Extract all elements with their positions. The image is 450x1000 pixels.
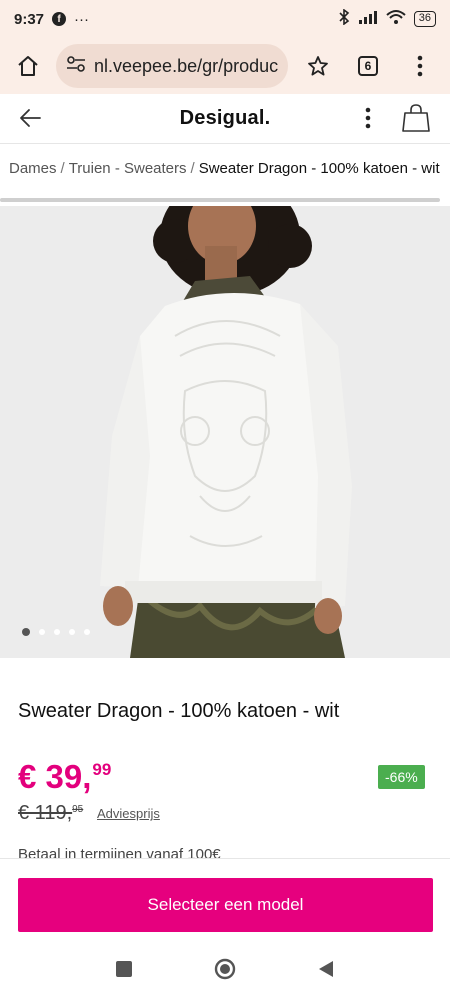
browser-toolbar: nl.veepee.be/gr/product 6 bbox=[0, 38, 450, 94]
more-vertical-icon bbox=[365, 107, 371, 129]
brand-logo[interactable]: Desigual. bbox=[0, 107, 450, 130]
gallery-dot[interactable] bbox=[54, 629, 60, 635]
breadcrumb-item-dames[interactable]: Dames bbox=[9, 160, 57, 177]
bluetooth-icon bbox=[338, 8, 350, 29]
more-notifications-icon: ··· bbox=[74, 10, 90, 28]
product-image[interactable] bbox=[0, 206, 450, 658]
old-price-main: € 119, bbox=[18, 802, 73, 824]
select-model-button[interactable]: Selecteer een model bbox=[18, 878, 433, 932]
bookmark-button[interactable] bbox=[300, 48, 336, 84]
price-main: € 39, bbox=[18, 758, 92, 795]
site-header: Desigual. bbox=[0, 94, 450, 144]
signal-icon bbox=[358, 10, 378, 28]
breadcrumb-current: Sweater Dragon - 100% katoen - wit bbox=[198, 160, 440, 177]
battery-indicator: 36 bbox=[413, 11, 436, 27]
product-photo bbox=[0, 206, 450, 658]
old-price-cents: 95 bbox=[72, 804, 84, 815]
triangle-back-icon bbox=[319, 960, 333, 977]
home-nav-button[interactable] bbox=[213, 957, 237, 986]
discount-badge: -66% bbox=[378, 765, 425, 789]
breadcrumb-separator: / bbox=[190, 160, 195, 177]
more-vertical-icon bbox=[417, 55, 423, 77]
recents-button[interactable] bbox=[115, 960, 133, 983]
browser-menu-button[interactable] bbox=[402, 48, 438, 84]
breadcrumb-item-truien[interactable]: Truien - Sweaters bbox=[69, 160, 187, 177]
wifi-icon bbox=[386, 9, 406, 29]
circle-icon bbox=[214, 958, 236, 979]
back-nav-button[interactable] bbox=[317, 960, 335, 983]
square-icon bbox=[116, 960, 132, 977]
product-title: Sweater Dragon - 100% katoen - wit bbox=[18, 700, 340, 722]
gallery-dots bbox=[22, 628, 90, 636]
gallery-dot[interactable] bbox=[39, 629, 45, 635]
tabs-count: 6 bbox=[358, 56, 378, 76]
tabs-button[interactable]: 6 bbox=[350, 48, 386, 84]
status-bar: 9:37 f ··· 36 bbox=[0, 0, 450, 38]
url-text: nl.veepee.be/gr/product bbox=[94, 55, 278, 76]
address-bar[interactable]: nl.veepee.be/gr/product bbox=[56, 44, 288, 88]
site-menu-button[interactable] bbox=[355, 105, 381, 136]
price-cents: 99 bbox=[92, 760, 112, 779]
gallery-dot[interactable] bbox=[22, 628, 30, 636]
current-price: € 39, 99 bbox=[18, 758, 111, 796]
breadcrumb-separator: / bbox=[60, 160, 65, 177]
advies-link[interactable]: Adviesprijs bbox=[97, 806, 160, 821]
old-price: € 119, 95 bbox=[18, 802, 83, 825]
home-button[interactable] bbox=[10, 48, 46, 84]
shopping-bag-icon bbox=[402, 104, 430, 132]
breadcrumb: Dames / Truien - Sweaters / Sweater Dragon -… bbox=[9, 160, 450, 177]
system-nav-bar bbox=[0, 942, 450, 1000]
star-icon bbox=[308, 56, 328, 76]
site-settings-icon[interactable] bbox=[66, 55, 86, 77]
status-time: 9:37 bbox=[14, 10, 45, 28]
cta-panel: Selecteer een model bbox=[0, 858, 450, 942]
gallery-dot[interactable] bbox=[69, 629, 75, 635]
breadcrumb-scrollbar[interactable] bbox=[0, 198, 440, 202]
home-icon bbox=[18, 56, 38, 76]
cart-button[interactable] bbox=[400, 103, 432, 138]
facebook-icon: f bbox=[52, 12, 67, 26]
gallery-dot[interactable] bbox=[84, 629, 90, 635]
